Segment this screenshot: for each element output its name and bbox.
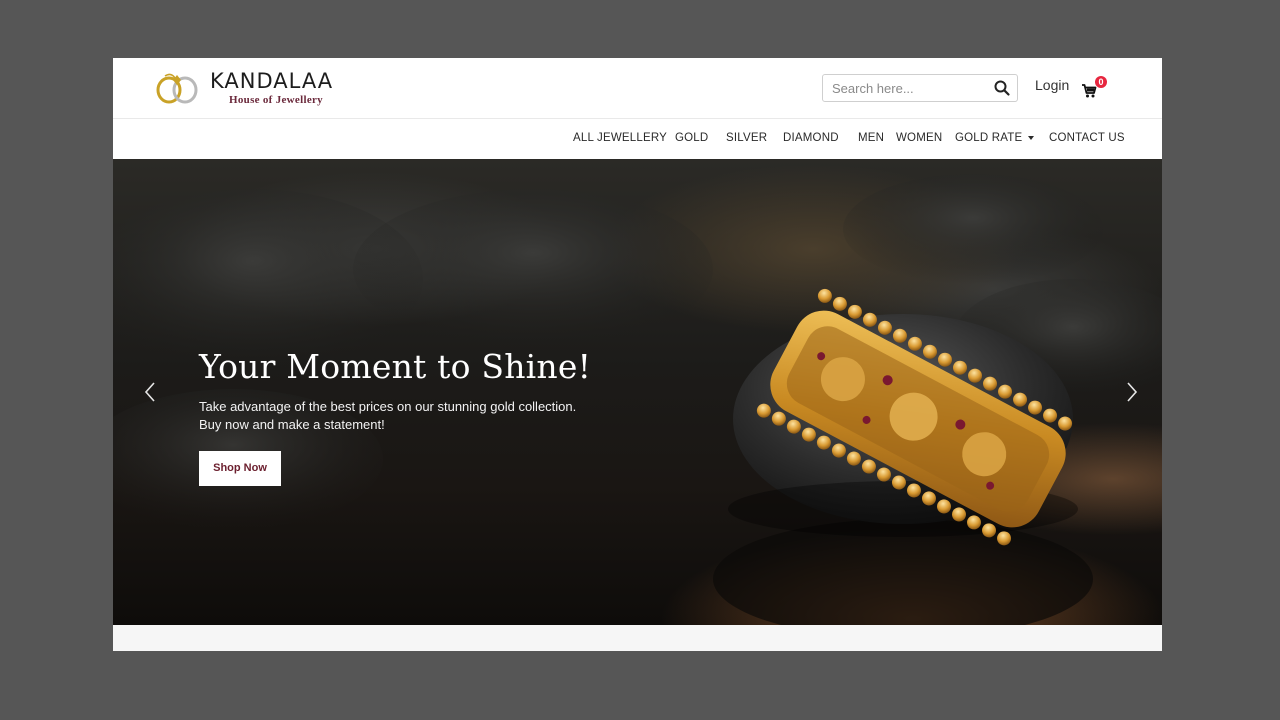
search-input[interactable] <box>823 75 988 101</box>
login-link[interactable]: Login <box>1035 77 1069 93</box>
cart-icon <box>1082 84 1097 98</box>
hero-subtitle: Take advantage of the best prices on our… <box>199 398 576 434</box>
chevron-left-icon[interactable] <box>141 377 161 407</box>
search-box <box>822 74 1018 102</box>
page: KANDALAA House of Jewellery Login 0 ALL … <box>113 58 1162 651</box>
content-strip <box>113 625 1162 651</box>
shop-now-button[interactable]: Shop Now <box>199 451 281 486</box>
cart-button[interactable]: 0 <box>1081 76 1109 102</box>
nav-item-contact-us[interactable]: CONTACT US <box>1049 132 1125 144</box>
hero-image <box>113 174 1162 625</box>
hero-title: Your Moment to Shine! <box>199 347 592 386</box>
brand-tagline: House of Jewellery <box>229 94 323 106</box>
cart-count-badge: 0 <box>1095 76 1107 88</box>
hero-subtitle-line-2: Buy now and make a statement! <box>199 417 385 432</box>
search-icon[interactable] <box>993 79 1011 97</box>
main-nav: ALL JEWELLERY GOLD SILVER DIAMOND MEN WO… <box>113 119 1162 159</box>
brand-logo[interactable]: KANDALAA House of Jewellery <box>155 68 375 108</box>
chevron-right-icon[interactable] <box>1121 377 1141 407</box>
nav-item-silver[interactable]: SILVER <box>726 132 767 144</box>
nav-item-gold[interactable]: GOLD <box>675 132 708 144</box>
site-header: KANDALAA House of Jewellery Login 0 <box>113 58 1162 119</box>
nav-item-gold-rate-label: GOLD RATE <box>955 132 1023 144</box>
brand-name: KANDALAA <box>210 69 334 93</box>
logo-mark-icon <box>156 73 198 104</box>
nav-item-women[interactable]: WOMEN <box>896 132 942 144</box>
caret-down-icon <box>1028 135 1035 140</box>
nav-item-all-jewellery[interactable]: ALL JEWELLERY <box>573 132 667 144</box>
nav-item-diamond[interactable]: DIAMOND <box>783 132 839 144</box>
hero-subtitle-line-1: Take advantage of the best prices on our… <box>199 399 577 414</box>
nav-item-men[interactable]: MEN <box>858 132 884 144</box>
nav-item-gold-rate[interactable]: GOLD RATE <box>955 132 1035 144</box>
hero-banner: Your Moment to Shine! Take advantage of … <box>113 159 1162 625</box>
